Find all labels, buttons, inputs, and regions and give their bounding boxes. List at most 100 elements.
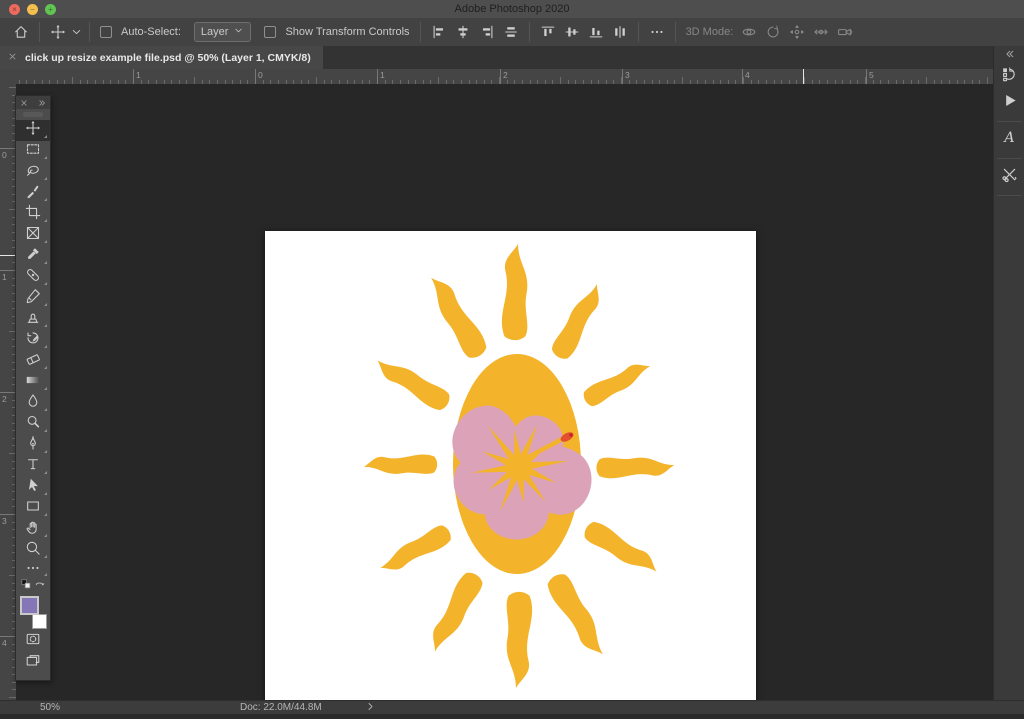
document-tab[interactable]: click up resize example file.psd @ 50% (… <box>0 46 323 69</box>
screen-mode-button[interactable] <box>16 652 50 674</box>
tool-path-selection[interactable] <box>16 477 50 498</box>
dolly-3d-camera-button[interactable] <box>833 20 857 44</box>
more-align-options-button[interactable] <box>645 20 669 44</box>
ruler-corner <box>0 69 17 85</box>
sun-flower-artwork <box>265 231 756 719</box>
palette-grip[interactable] <box>23 112 43 117</box>
type-icon <box>25 456 41 477</box>
status-bar: 50% Doc: 22.0M/44.8M <box>0 700 1024 714</box>
color-swatches <box>16 596 50 630</box>
window-controls <box>9 4 56 15</box>
panel-actions-button[interactable] <box>994 90 1024 116</box>
ruler-cursor-indicator <box>803 69 804 84</box>
ruler-number: 0 <box>258 70 263 80</box>
pen-icon <box>25 435 41 456</box>
ellipsis-icon <box>25 560 41 581</box>
history-brush-icon <box>25 330 41 351</box>
tool-pen[interactable] <box>16 435 50 456</box>
panel-tool-presets-button[interactable] <box>994 164 1024 190</box>
tool-lasso[interactable] <box>16 162 50 183</box>
document-tab-title: click up resize example file.psd @ 50% (… <box>25 52 311 64</box>
ruler-number: 1 <box>2 272 7 282</box>
rectangle-icon <box>25 498 41 519</box>
zoom-window-button[interactable] <box>45 4 56 15</box>
tool-crop[interactable] <box>16 204 50 225</box>
layer-select-dropdown[interactable]: Layer <box>194 22 252 42</box>
dodge-icon <box>25 414 41 435</box>
ruler-horizontal[interactable]: 1012345 <box>16 69 993 85</box>
double-chevron-left-icon <box>1005 46 1015 64</box>
home-button[interactable] <box>9 20 33 44</box>
align-left-edges-button[interactable] <box>427 20 451 44</box>
tool-spot-healing-brush[interactable] <box>16 267 50 288</box>
tool-clone-stamp[interactable] <box>16 309 50 330</box>
panel-history-button[interactable] <box>994 64 1024 90</box>
panel-glyphs-button[interactable]: A <box>994 127 1024 153</box>
tool-presets-icon <box>1001 166 1018 188</box>
tool-palette-header[interactable] <box>16 96 50 109</box>
canvas[interactable] <box>265 231 756 719</box>
document-size-info: Doc: 22.0M/44.8M <box>240 702 322 713</box>
three-d-mode-label: 3D Mode: <box>686 26 734 38</box>
align-buttons-horizontal <box>427 20 523 44</box>
clone-stamp-icon <box>25 309 41 330</box>
align-right-edges-button[interactable] <box>475 20 499 44</box>
healing-icon <box>25 267 41 288</box>
tool-eraser[interactable] <box>16 351 50 372</box>
align-bottom-edges-button[interactable] <box>584 20 608 44</box>
tool-frame[interactable] <box>16 225 50 246</box>
tool-type[interactable] <box>16 456 50 477</box>
align-vertical-centers-button[interactable] <box>560 20 584 44</box>
tool-object-selection[interactable] <box>16 183 50 204</box>
tool-brush[interactable] <box>16 288 50 309</box>
tool-zoom[interactable] <box>16 540 50 561</box>
tool-blur[interactable] <box>16 393 50 414</box>
quick-mask-button[interactable] <box>16 630 50 652</box>
double-chevron-right-icon[interactable] <box>38 94 46 112</box>
path-selection-icon <box>25 477 41 498</box>
close-tab-icon[interactable] <box>8 52 17 64</box>
tool-dodge[interactable] <box>16 414 50 435</box>
eyedropper-icon <box>25 246 41 267</box>
zoom-level-field[interactable]: 50% <box>40 702 60 713</box>
swap-colors-icon[interactable] <box>33 578 46 596</box>
foreground-color-swatch[interactable] <box>20 596 39 615</box>
status-expand-chevron-icon[interactable] <box>366 702 375 714</box>
roll-3d-camera-button[interactable] <box>761 20 785 44</box>
close-window-button[interactable] <box>9 4 20 15</box>
tool-preset-chevron-icon[interactable] <box>70 20 83 44</box>
tool-gradient[interactable] <box>16 372 50 393</box>
options-bar: Auto-Select: Layer Show Transform Contro… <box>0 18 1024 47</box>
background-color-swatch[interactable] <box>32 614 47 629</box>
tool-move[interactable] <box>16 120 50 141</box>
ruler-number: 1 <box>380 70 385 80</box>
tool-hand[interactable] <box>16 519 50 540</box>
tool-palette <box>15 95 51 681</box>
show-transform-checkbox[interactable] <box>264 26 276 38</box>
auto-select-checkbox[interactable] <box>100 26 112 38</box>
pan-3d-camera-button[interactable] <box>785 20 809 44</box>
default-colors-icon[interactable] <box>20 578 33 596</box>
expand-panels-button[interactable] <box>994 46 1024 64</box>
frame-icon <box>25 225 41 246</box>
ruler-number: 3 <box>625 70 630 80</box>
slide-3d-camera-button[interactable] <box>809 20 833 44</box>
pasteboard <box>16 84 993 700</box>
distribute-vertical-centers-button[interactable] <box>608 20 632 44</box>
close-icon[interactable] <box>20 94 28 112</box>
orbit-3d-camera-button[interactable] <box>737 20 761 44</box>
tool-rectangular-marquee[interactable] <box>16 141 50 162</box>
tool-eyedropper[interactable] <box>16 246 50 267</box>
edit-toolbar-button[interactable] <box>16 561 50 579</box>
object-selection-icon <box>25 183 41 204</box>
tab-bar: click up resize example file.psd @ 50% (… <box>0 46 993 70</box>
tool-history-brush[interactable] <box>16 330 50 351</box>
align-top-edges-button[interactable] <box>536 20 560 44</box>
tool-rectangle[interactable] <box>16 498 50 519</box>
minimize-window-button[interactable] <box>27 4 38 15</box>
distribute-horizontal-centers-button[interactable] <box>499 20 523 44</box>
ruler-number: 4 <box>745 70 750 80</box>
layer-select-value: Layer <box>201 26 229 38</box>
align-horizontal-centers-button[interactable] <box>451 20 475 44</box>
zoom-icon <box>25 540 41 561</box>
